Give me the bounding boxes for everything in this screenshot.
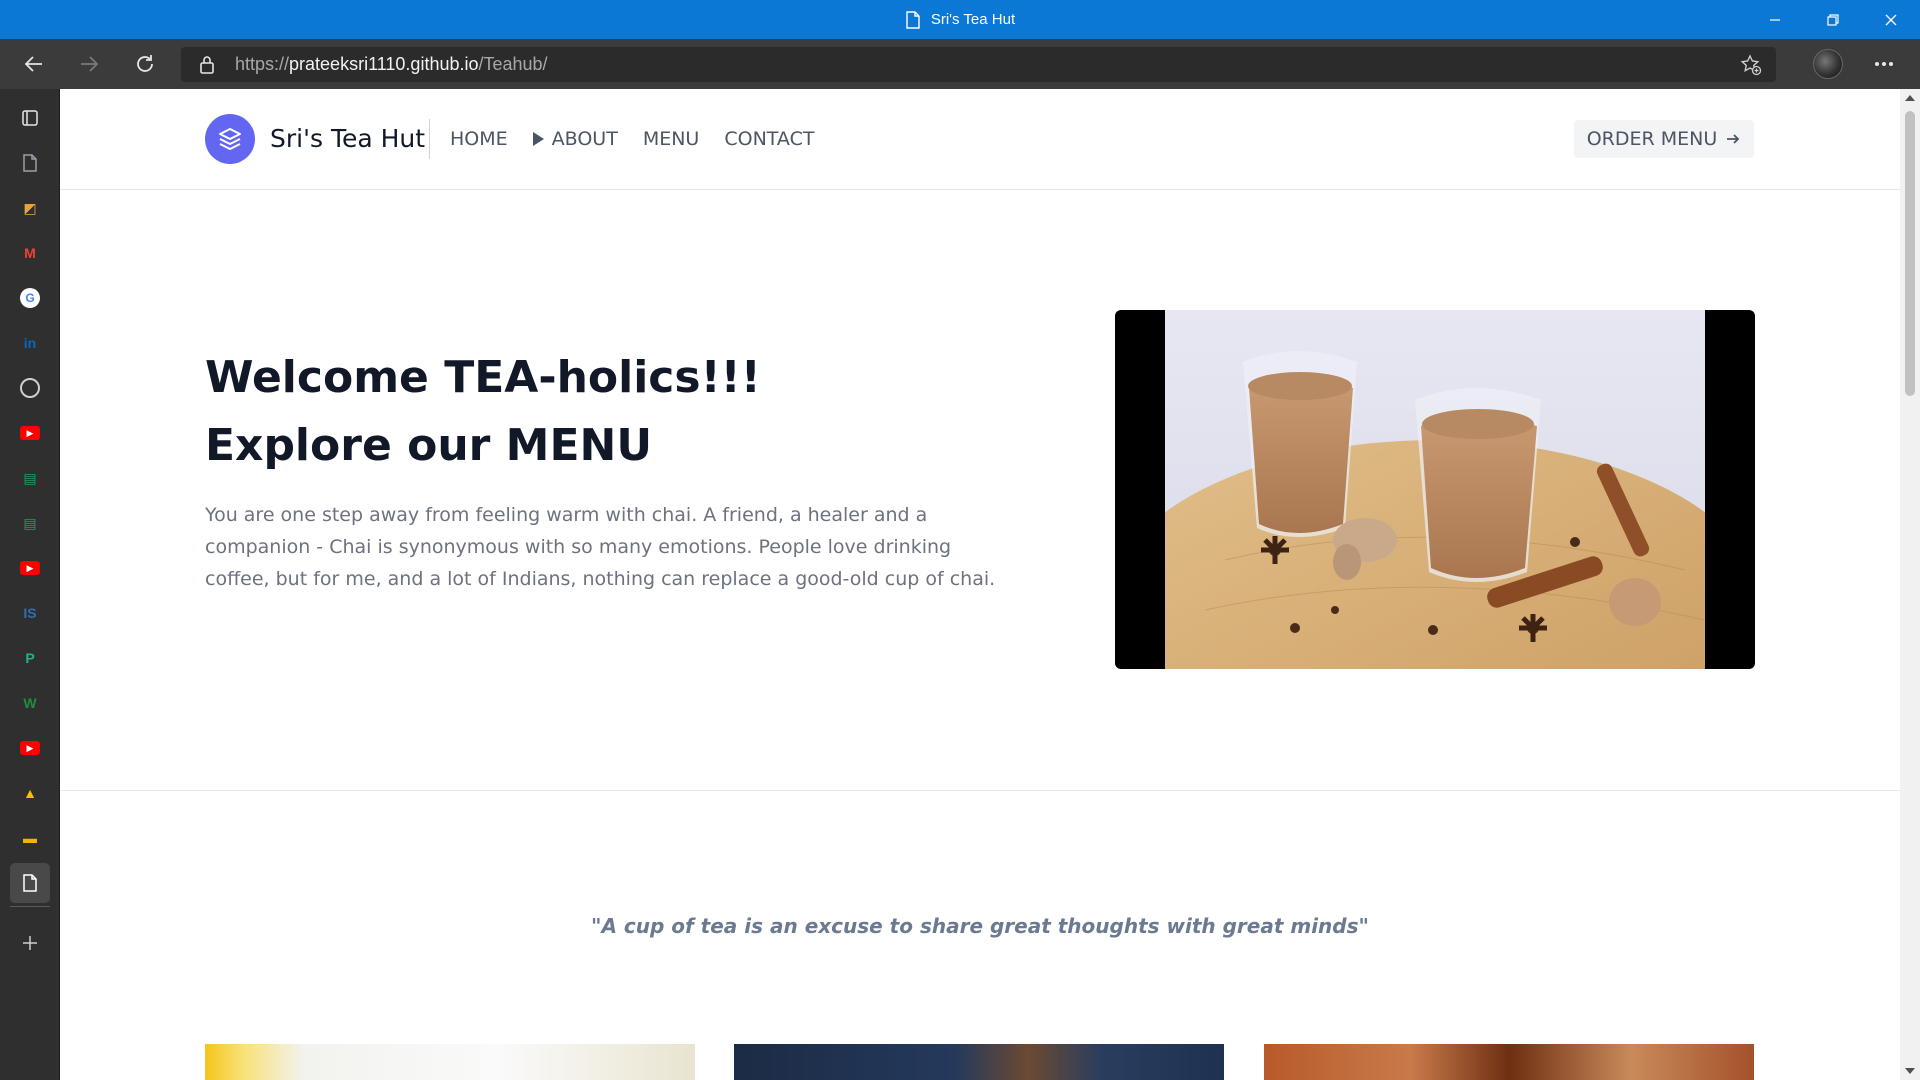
- minimize-button[interactable]: [1746, 0, 1804, 39]
- gmail-icon: M: [24, 245, 36, 261]
- section-divider: [60, 790, 1900, 791]
- profile-avatar[interactable]: [1813, 49, 1843, 79]
- nav-home-label: HOME: [450, 128, 508, 150]
- lock-icon: [200, 56, 214, 74]
- brand-divider: [429, 119, 430, 159]
- vertical-tab[interactable]: ▤: [10, 458, 50, 498]
- vertical-tabs-sidebar: ◩ M Gin ▶ ▤ ▤ ▶ IS P W ▶ ▲ ▬: [0, 89, 60, 1080]
- vertical-tab[interactable]: P: [10, 638, 50, 678]
- logo[interactable]: [205, 114, 255, 164]
- address-bar[interactable]: https://prateeksri1110.github.io/Teahub/: [181, 47, 1776, 82]
- settings-more-button[interactable]: [1869, 49, 1899, 79]
- page-scrollbar[interactable]: [1900, 89, 1920, 1080]
- restore-icon: [1827, 13, 1839, 26]
- page-document-icon: [906, 10, 920, 29]
- hero-title: Welcome TEA-holics!!! Explore our MENU: [205, 344, 1005, 480]
- arrow-right-icon: [81, 56, 99, 72]
- google-slides-icon: ▬: [23, 830, 37, 846]
- new-tab-button[interactable]: [10, 923, 50, 963]
- arrow-left-icon: [24, 56, 42, 72]
- youtube-icon: ▶: [20, 426, 40, 440]
- youtube-icon: ▶: [20, 561, 40, 575]
- vertical-tab[interactable]: [10, 368, 50, 408]
- close-icon: [1885, 14, 1897, 25]
- menu-card-image-1: [205, 1044, 695, 1080]
- refresh-button[interactable]: [129, 48, 161, 80]
- site-header: Sri's Tea Hut HOME ABOUT MENU CONTACT OR…: [60, 89, 1900, 190]
- blank-page-icon: [20, 153, 40, 173]
- vertical-tab[interactable]: ▲: [10, 773, 50, 813]
- more-dots-icon: [1875, 62, 1893, 66]
- chai-glasses-illustration: [1165, 310, 1705, 669]
- w-site-icon: W: [23, 695, 37, 711]
- menu-card-image-2: [734, 1044, 1224, 1080]
- quote-text: "A cup of tea is an excuse to share grea…: [591, 914, 1369, 938]
- url-text: https://prateeksri1110.github.io/Teahub/: [235, 54, 548, 74]
- nav-home[interactable]: HOME: [450, 128, 508, 150]
- window-title: Sri's Tea Hut: [0, 0, 1920, 39]
- vertical-tab[interactable]: ▤: [10, 503, 50, 543]
- green-site-icon: ▤: [23, 469, 37, 486]
- forward-button[interactable]: [73, 48, 105, 80]
- green-site-icon: ▤: [23, 514, 37, 531]
- current-page-icon: [20, 873, 40, 893]
- vertical-tab[interactable]: ◩: [10, 188, 50, 228]
- vertical-tab[interactable]: [10, 143, 50, 183]
- nav-menu[interactable]: MENU: [643, 128, 700, 150]
- google-drive-icon: ▲: [23, 785, 37, 801]
- main-nav: HOME ABOUT MENU CONTACT: [450, 117, 839, 161]
- close-button[interactable]: [1862, 0, 1920, 39]
- youtube-icon: ▶: [20, 741, 40, 755]
- is-site-icon: IS: [23, 605, 37, 621]
- hero-title-line1: Welcome TEA-holics!!!: [205, 352, 761, 403]
- hero-description: You are one step away from feeling warm …: [205, 504, 996, 590]
- google-icon: G: [20, 288, 40, 308]
- browser-toolbar: https://prateeksri1110.github.io/Teahub/: [0, 39, 1920, 89]
- stack-layers-icon: [219, 128, 241, 150]
- order-menu-button[interactable]: ORDER MENU: [1574, 120, 1754, 158]
- arrow-right-icon: [1727, 134, 1740, 144]
- window-title-text: Sri's Tea Hut: [930, 11, 1016, 28]
- window-titlebar: Sri's Tea Hut: [0, 0, 1920, 39]
- vertical-tab[interactable]: ▬: [10, 818, 50, 858]
- brand-name[interactable]: Sri's Tea Hut: [270, 117, 425, 161]
- vertical-tab[interactable]: ▶: [10, 548, 50, 588]
- nav-contact[interactable]: CONTACT: [724, 128, 814, 150]
- vertical-tab[interactable]: M: [10, 233, 50, 273]
- github-icon: [20, 378, 40, 398]
- nav-about[interactable]: ABOUT: [532, 128, 618, 150]
- nav-menu-label: MENU: [642, 128, 700, 150]
- minimize-icon: [1770, 18, 1780, 21]
- nav-contact-label: CONTACT: [724, 128, 815, 150]
- back-button[interactable]: [18, 48, 50, 80]
- hero-chai-image: [1115, 310, 1755, 669]
- play-triangle-icon: [532, 132, 544, 146]
- restore-button[interactable]: [1804, 0, 1862, 39]
- vertical-tab[interactable]: ▶: [10, 728, 50, 768]
- nav-about-label: ABOUT: [551, 128, 618, 150]
- tabs-separator: [10, 906, 50, 907]
- vertical-tab[interactable]: ▶: [10, 413, 50, 453]
- vertical-tab[interactable]: IS: [10, 593, 50, 633]
- order-menu-label: ORDER MENU: [1586, 128, 1718, 150]
- scroll-down-icon[interactable]: [1905, 1068, 1915, 1074]
- web-page: Sri's Tea Hut HOME ABOUT MENU CONTACT OR…: [60, 89, 1900, 1080]
- vertical-tab[interactable]: in: [10, 323, 50, 363]
- tab-actions-icon: [20, 108, 40, 128]
- linkedin-icon: in: [23, 335, 37, 351]
- scrollbar-thumb[interactable]: [1905, 111, 1915, 396]
- refresh-icon: [137, 55, 153, 72]
- plus-icon: [23, 936, 37, 950]
- menu-card-image-3: [1264, 1044, 1754, 1080]
- teal-site-icon: P: [25, 650, 35, 666]
- vertical-tab[interactable]: G: [10, 278, 50, 318]
- scroll-up-icon[interactable]: [1905, 95, 1915, 101]
- vertical-tab[interactable]: [10, 863, 50, 903]
- hero-title-line2: Explore our MENU: [205, 420, 653, 471]
- colorful-site-icon: ◩: [23, 199, 37, 216]
- add-favorite-icon[interactable]: [1740, 54, 1762, 76]
- tab-actions-button[interactable]: [10, 98, 50, 138]
- vertical-tab[interactable]: W: [10, 683, 50, 723]
